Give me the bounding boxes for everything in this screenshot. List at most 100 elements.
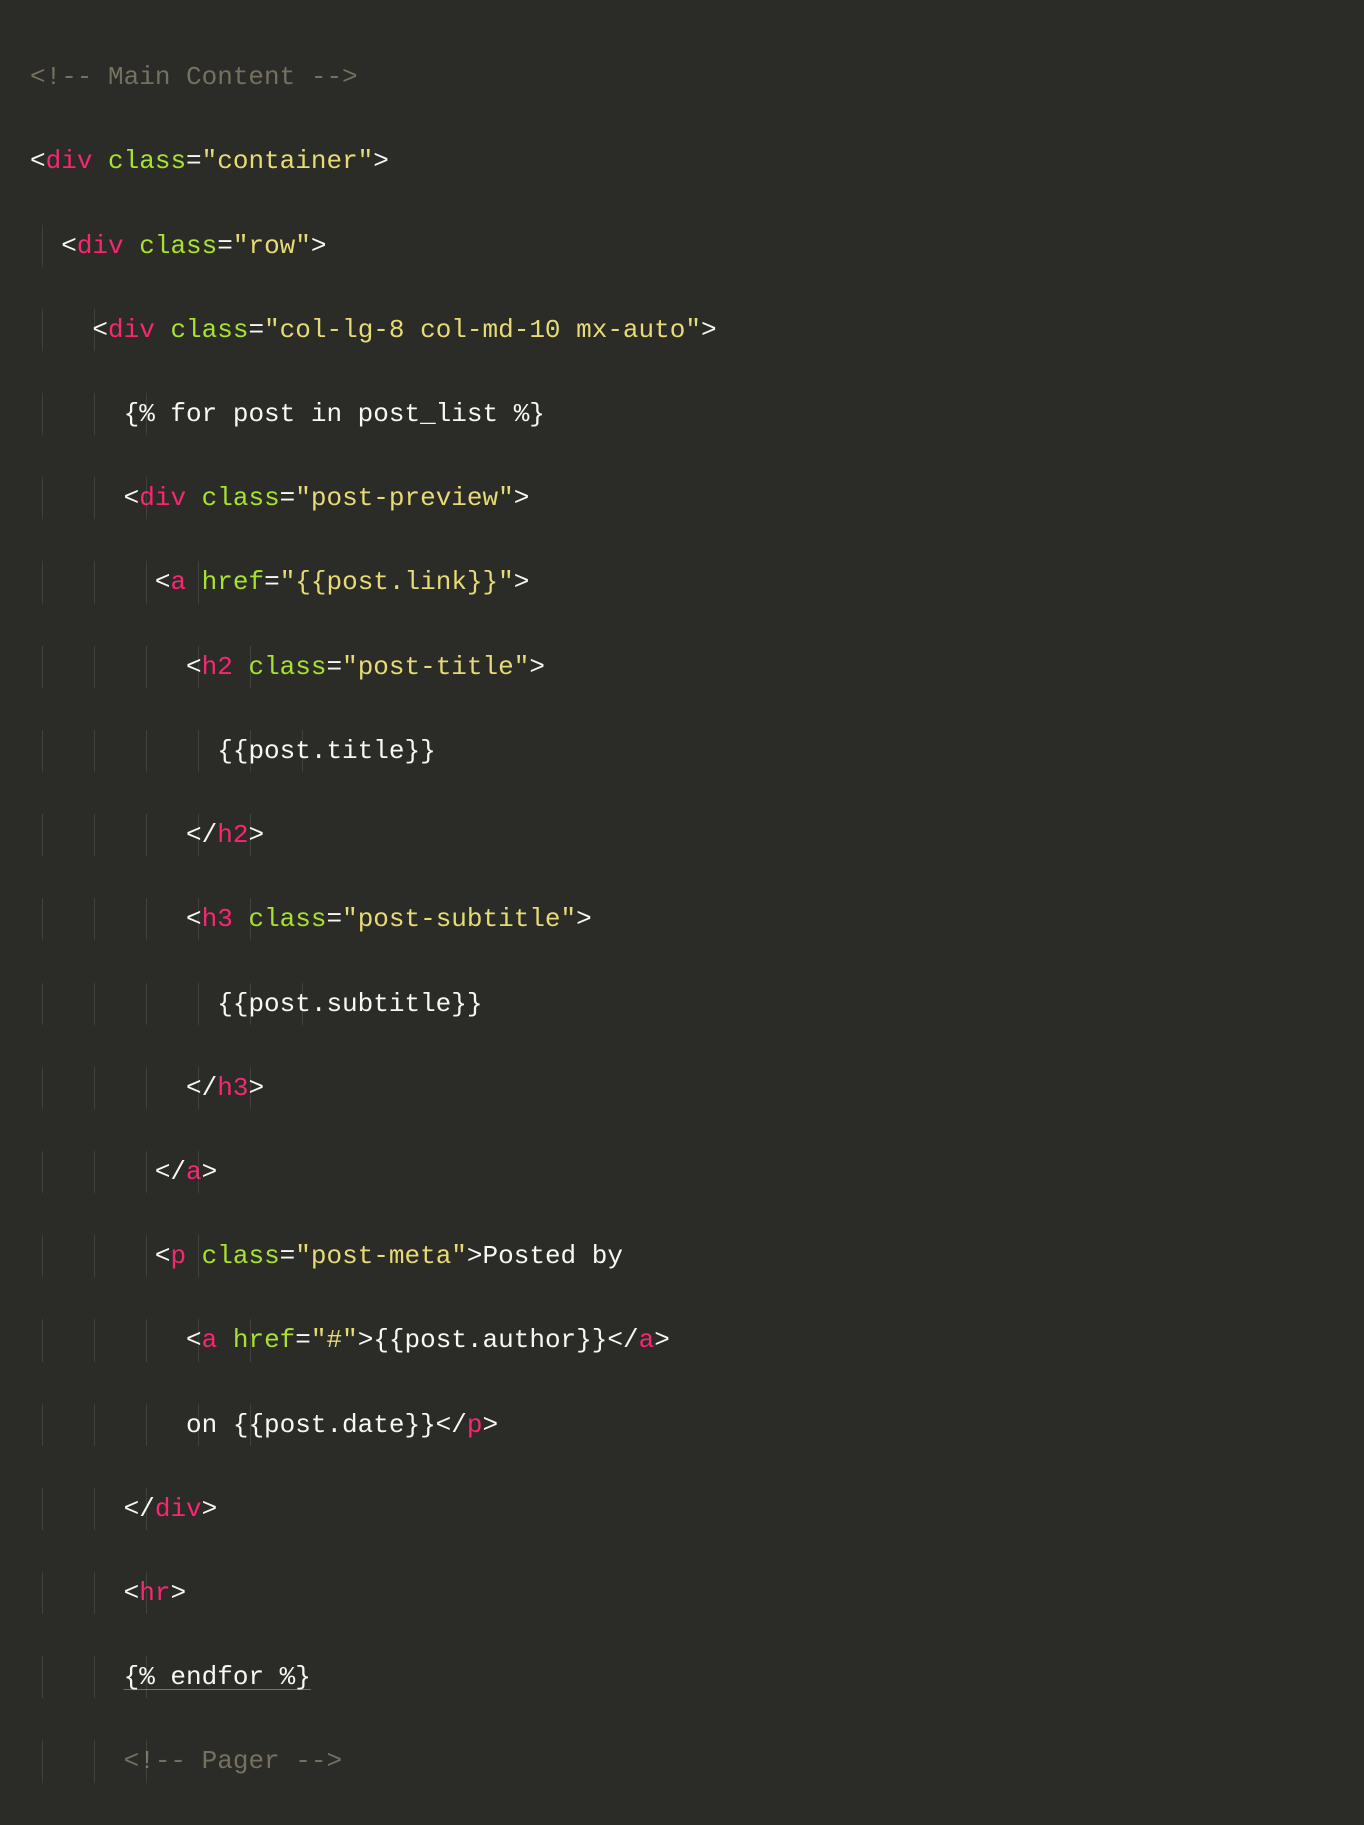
bracket-token: > <box>202 1494 218 1524</box>
code-line: {% endfor %} <box>30 1656 1364 1698</box>
bracket-token: </ <box>155 1157 186 1187</box>
template-token: {{post.subtitle}} <box>217 989 482 1019</box>
bracket-token: < <box>186 904 202 934</box>
space-token <box>186 567 202 597</box>
string-token: "#" <box>311 1325 358 1355</box>
space-token <box>92 146 108 176</box>
eq-token: = <box>295 1325 311 1355</box>
bracket-token: > <box>248 820 264 850</box>
template-token: {% for post in post_list %} <box>124 399 545 429</box>
string-token: "post-subtitle" <box>342 904 576 934</box>
bracket-token: < <box>186 1325 202 1355</box>
tag-token: h2 <box>217 820 248 850</box>
comment-token: <!-- Main Content --> <box>30 62 358 92</box>
attr-token: class <box>248 904 326 934</box>
bracket-token: > <box>576 904 592 934</box>
code-line: {% for post in post_list %} <box>30 393 1364 435</box>
text-token: {{post.author}} <box>373 1325 607 1355</box>
bracket-token: < <box>61 231 77 261</box>
tag-token: div <box>46 146 93 176</box>
string-token: "row" <box>233 231 311 261</box>
code-line: <p class="post-meta">Posted by <box>30 1235 1364 1277</box>
code-editor[interactable]: <!-- Main Content --> <div class="contai… <box>0 0 1364 1825</box>
space-token <box>186 483 202 513</box>
bracket-token: > <box>248 1073 264 1103</box>
bracket-token: > <box>483 1410 499 1440</box>
code-line: <h2 class="post-title"> <box>30 646 1364 688</box>
eq-token: = <box>248 315 264 345</box>
bracket-token: < <box>30 146 46 176</box>
attr-token: class <box>170 315 248 345</box>
attr-token: class <box>108 146 186 176</box>
eq-token: = <box>280 483 296 513</box>
eq-token: = <box>280 1241 296 1271</box>
bracket-token: > <box>311 231 327 261</box>
bracket-token: < <box>92 315 108 345</box>
attr-token: class <box>139 231 217 261</box>
attr-token: href <box>202 567 264 597</box>
code-line: <a href="{{post.link}}"> <box>30 561 1364 603</box>
tag-token: p <box>170 1241 186 1271</box>
bracket-token: > <box>373 146 389 176</box>
text-token: Posted by <box>483 1241 623 1271</box>
space-token <box>155 315 171 345</box>
code-line: </a> <box>30 1151 1364 1193</box>
string-token: "{{post.link}}" <box>280 567 514 597</box>
template-token: {% endfor %} <box>124 1662 311 1692</box>
space-token <box>186 1241 202 1271</box>
bracket-token: </ <box>436 1410 467 1440</box>
bracket-token: < <box>186 652 202 682</box>
eq-token: = <box>186 146 202 176</box>
code-line: <div class="col-lg-8 col-md-10 mx-auto"> <box>30 309 1364 351</box>
tag-token: a <box>186 1157 202 1187</box>
bracket-token: > <box>654 1325 670 1355</box>
space-token <box>233 652 249 682</box>
tag-token: p <box>467 1410 483 1440</box>
eq-token: = <box>326 904 342 934</box>
bracket-token: > <box>514 567 530 597</box>
string-token: "container" <box>202 146 374 176</box>
tag-token: a <box>202 1325 218 1355</box>
code-line: <div class="row"> <box>30 225 1364 267</box>
code-line: {{post.subtitle}} <box>30 983 1364 1025</box>
tag-token: a <box>639 1325 655 1355</box>
bracket-token: > <box>202 1157 218 1187</box>
eq-token: = <box>326 652 342 682</box>
code-line: <!-- Main Content --> <box>30 56 1364 98</box>
code-line: </h2> <box>30 814 1364 856</box>
tag-token: a <box>170 567 186 597</box>
string-token: "col-lg-8 col-md-10 mx-auto" <box>264 315 701 345</box>
bracket-token: > <box>358 1325 374 1355</box>
string-token: "post-meta" <box>295 1241 467 1271</box>
bracket-token: < <box>124 1578 140 1608</box>
tag-token: div <box>108 315 155 345</box>
eq-token: = <box>217 231 233 261</box>
tag-token: div <box>155 1494 202 1524</box>
space-token <box>124 231 140 261</box>
attr-token: class <box>202 1241 280 1271</box>
code-line: on {{post.date}}</p> <box>30 1404 1364 1446</box>
code-line: {{post.title}} <box>30 730 1364 772</box>
space-token <box>233 904 249 934</box>
eq-token: = <box>264 567 280 597</box>
code-line: </h3> <box>30 1067 1364 1109</box>
bracket-token: > <box>467 1241 483 1271</box>
tag-token: h3 <box>202 904 233 934</box>
tag-token: h3 <box>217 1073 248 1103</box>
tag-token: h2 <box>202 652 233 682</box>
tag-token: hr <box>139 1578 170 1608</box>
bracket-token: < <box>124 483 140 513</box>
comment-token: <!-- Pager --> <box>124 1746 342 1776</box>
string-token: "post-preview" <box>295 483 513 513</box>
bracket-token: </ <box>607 1325 638 1355</box>
bracket-token: > <box>170 1578 186 1608</box>
bracket-token: > <box>701 315 717 345</box>
attr-token: class <box>248 652 326 682</box>
attr-token: class <box>202 483 280 513</box>
code-line: <hr> <box>30 1572 1364 1614</box>
space-token <box>217 1325 233 1355</box>
bracket-token: > <box>514 483 530 513</box>
tag-token: div <box>77 231 124 261</box>
code-line: <h3 class="post-subtitle"> <box>30 898 1364 940</box>
bracket-token: </ <box>124 1494 155 1524</box>
